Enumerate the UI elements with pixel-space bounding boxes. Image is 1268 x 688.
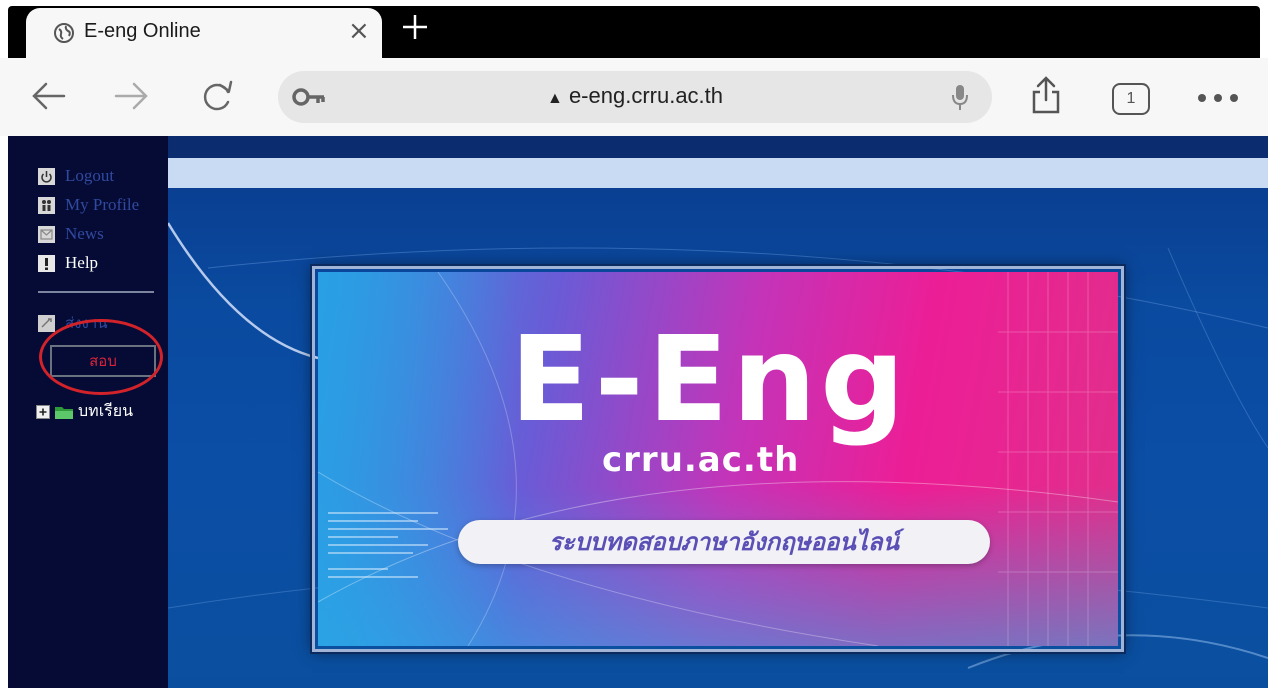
main-header-strip bbox=[168, 158, 1268, 188]
profile-icon bbox=[38, 196, 55, 214]
sidebar-item-label: บทเรียน bbox=[78, 401, 134, 420]
help-icon bbox=[38, 254, 55, 272]
new-tab-button[interactable] bbox=[400, 12, 430, 42]
web-page: Logout My Profile News Help ส่งงาน สอบ บ… bbox=[0, 136, 1268, 688]
forward-arrow-icon[interactable] bbox=[114, 80, 150, 112]
tab-strip: E-eng Online × bbox=[0, 0, 1268, 58]
sidebar-item-lessons[interactable]: บทเรียน bbox=[36, 399, 133, 424]
share-icon[interactable] bbox=[1030, 76, 1062, 114]
back-arrow-icon[interactable] bbox=[30, 80, 66, 112]
sidebar-item-label: Help bbox=[65, 253, 99, 272]
sidebar-item-news[interactable]: News bbox=[38, 223, 104, 245]
banner-subtitle: crru.ac.th bbox=[602, 440, 800, 480]
power-icon bbox=[38, 167, 55, 185]
url-display[interactable]: ▲ e-eng.crru.ac.th bbox=[278, 83, 992, 109]
tab-close-button[interactable]: × bbox=[348, 18, 370, 44]
sidebar-item-logout[interactable]: Logout bbox=[38, 165, 114, 187]
sidebar-item-my-profile[interactable]: My Profile bbox=[38, 194, 139, 216]
expand-plus-icon[interactable] bbox=[36, 404, 50, 419]
sidebar-item-help[interactable]: Help bbox=[38, 252, 98, 274]
warning-icon: ▲ bbox=[546, 90, 563, 107]
main-content: E-Eng crru.ac.th ระบบทดสอบภาษาอังกฤษออนไ… bbox=[168, 136, 1268, 688]
folder-icon bbox=[55, 406, 73, 419]
tab-count-button[interactable]: 1 bbox=[1112, 83, 1150, 115]
reload-icon[interactable] bbox=[200, 80, 236, 112]
more-options-icon[interactable] bbox=[1196, 92, 1240, 104]
globe-icon bbox=[54, 23, 74, 43]
sidebar: Logout My Profile News Help ส่งงาน สอบ บ… bbox=[8, 136, 168, 688]
sidebar-divider bbox=[38, 291, 154, 293]
page-left-edge bbox=[0, 136, 8, 688]
sidebar-item-label: My Profile bbox=[65, 195, 140, 214]
news-icon bbox=[38, 225, 55, 243]
sidebar-item-label: News bbox=[65, 224, 104, 243]
e-eng-banner: E-Eng crru.ac.th ระบบทดสอบภาษาอังกฤษออนไ… bbox=[318, 272, 1118, 646]
main-top-bar bbox=[168, 136, 1268, 158]
sidebar-item-label: Logout bbox=[65, 166, 115, 185]
highlight-circle-annotation bbox=[39, 319, 163, 395]
tab-title: E-eng Online bbox=[84, 20, 201, 42]
banner-tagline: ระบบทดสอบภาษาอังกฤษออนไลน์ bbox=[458, 520, 990, 564]
assignment-icon bbox=[38, 314, 55, 332]
url-text: e-eng.crru.ac.th bbox=[568, 83, 724, 108]
browser-toolbar: ▲ e-eng.crru.ac.th 1 bbox=[0, 58, 1268, 136]
address-bar[interactable]: ▲ e-eng.crru.ac.th bbox=[278, 71, 992, 123]
tab-e-eng-online[interactable]: E-eng Online × bbox=[26, 8, 382, 58]
banner-title: E-Eng bbox=[510, 310, 909, 448]
microphone-icon[interactable] bbox=[950, 83, 970, 111]
